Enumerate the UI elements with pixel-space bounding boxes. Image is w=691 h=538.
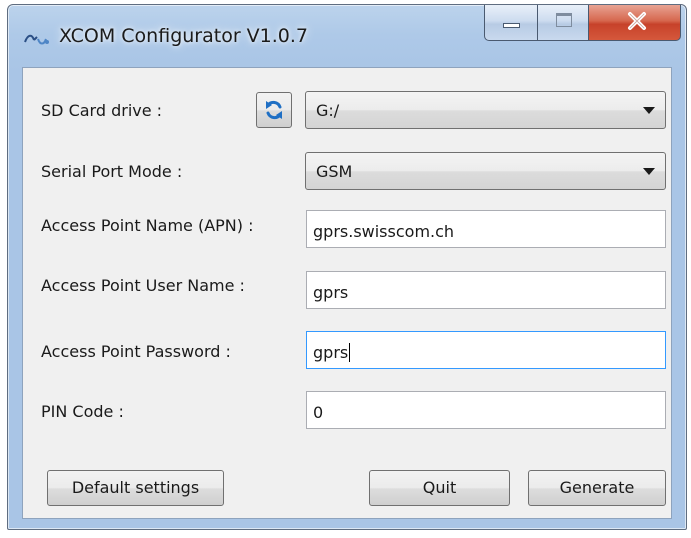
apn-password-input[interactable]: gprs xyxy=(306,331,666,369)
pin-code-label: PIN Code : xyxy=(41,402,124,421)
serial-port-mode-value: GSM xyxy=(316,162,353,181)
serial-port-mode-label: Serial Port Mode : xyxy=(41,162,183,181)
refresh-button[interactable] xyxy=(256,92,292,128)
apn-password-value: gprs xyxy=(313,343,349,362)
close-icon xyxy=(628,12,646,30)
window-title: XCOM Configurator V1.0.7 xyxy=(59,25,309,47)
minimize-icon xyxy=(503,23,520,28)
apn-input[interactable]: gprs.swisscom.ch xyxy=(306,210,666,248)
pin-code-value: 0 xyxy=(313,403,324,422)
sd-card-label: SD Card drive : xyxy=(41,101,163,120)
chevron-down-icon xyxy=(643,107,655,114)
apn-user-value: gprs xyxy=(313,283,349,302)
minimize-button[interactable] xyxy=(484,5,538,41)
generate-button[interactable]: Generate xyxy=(528,470,666,506)
serial-port-mode-select[interactable]: GSM xyxy=(305,152,666,190)
quit-button[interactable]: Quit xyxy=(369,470,510,506)
apn-password-label: Access Point Password : xyxy=(41,342,231,361)
title-bar[interactable]: XCOM Configurator V1.0.7 xyxy=(8,5,686,67)
form-panel: SD Card drive : G:/ Serial Port Mode : G… xyxy=(22,67,672,519)
close-button[interactable] xyxy=(588,5,681,41)
apn-label: Access Point Name (APN) : xyxy=(41,216,254,235)
sd-card-select[interactable]: G:/ xyxy=(305,91,666,129)
apn-value: gprs.swisscom.ch xyxy=(313,222,455,241)
apn-user-label: Access Point User Name : xyxy=(41,276,245,295)
app-icon xyxy=(24,34,49,45)
sd-card-value: G:/ xyxy=(316,101,340,120)
apn-user-input[interactable]: gprs xyxy=(306,271,666,309)
refresh-icon xyxy=(266,100,282,120)
text-caret xyxy=(349,343,351,362)
pin-code-input[interactable]: 0 xyxy=(306,391,666,429)
default-settings-button[interactable]: Default settings xyxy=(47,470,224,506)
maximize-button[interactable] xyxy=(537,5,589,41)
app-window: XCOM Configurator V1.0.7 SD Card drive : xyxy=(7,4,687,530)
maximize-icon xyxy=(556,13,572,27)
caption-buttons xyxy=(484,5,681,43)
chevron-down-icon xyxy=(643,168,655,175)
